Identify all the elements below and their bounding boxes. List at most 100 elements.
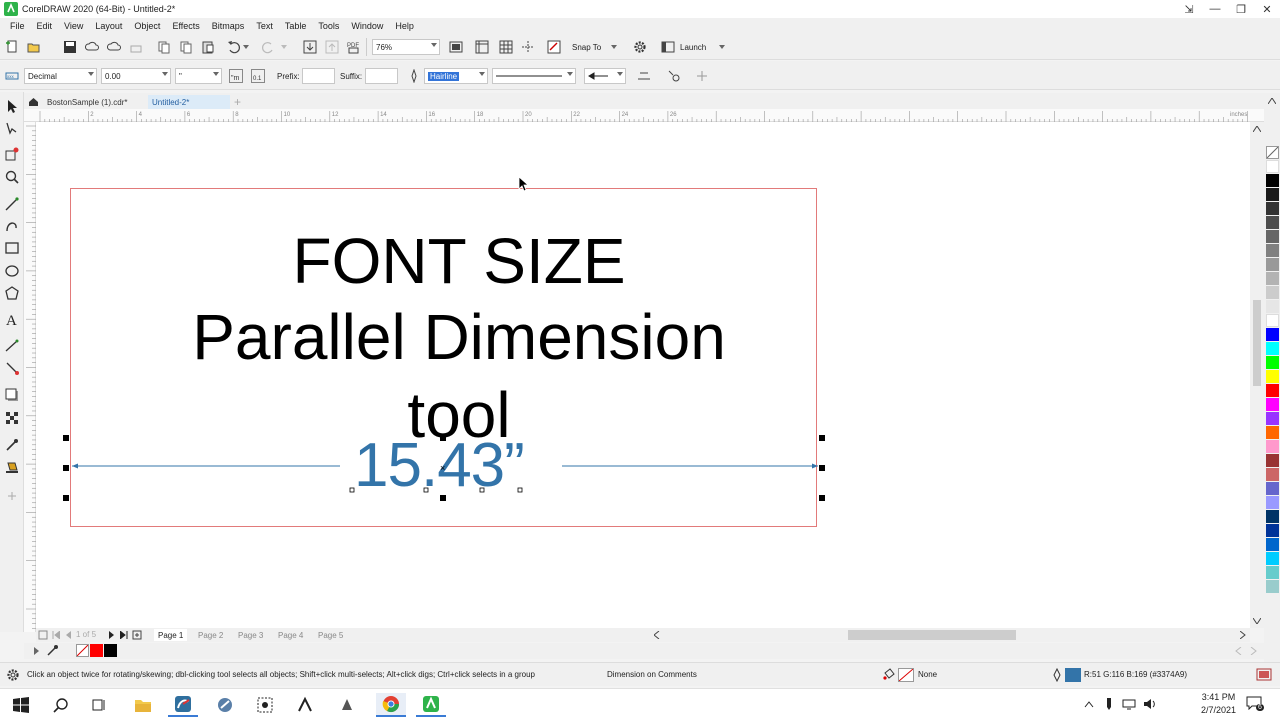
palette-swatch[interactable]	[1266, 552, 1279, 565]
tab-untitled-2[interactable]: Untitled-2*	[148, 95, 230, 109]
page-tab-5[interactable]: Page 5	[314, 629, 347, 641]
crop-tool-icon[interactable]	[4, 146, 20, 162]
paste-icon[interactable]	[200, 39, 216, 55]
minimize-button[interactable]: —	[1202, 0, 1228, 18]
palette-swatch[interactable]	[1266, 188, 1279, 201]
palette-swatch[interactable]	[1266, 454, 1279, 467]
coreldraw-app-icon[interactable]	[416, 693, 446, 717]
color-management-icon[interactable]	[1256, 667, 1272, 683]
palette-scroll-up-icon[interactable]	[1268, 98, 1276, 104]
fill-bucket-icon[interactable]	[882, 668, 896, 682]
show-hidden-icons-icon[interactable]	[1084, 700, 1094, 708]
arrowhead-combo[interactable]	[584, 68, 626, 84]
menu-object[interactable]: Object	[128, 21, 166, 31]
task-view-icon[interactable]	[84, 693, 114, 717]
palette-swatch[interactable]	[1266, 412, 1279, 425]
pen-icon[interactable]	[1104, 697, 1114, 711]
undo-dropdown-icon[interactable]	[242, 39, 250, 55]
palette-swatch[interactable]	[1266, 356, 1279, 369]
pdf-icon[interactable]: PDF	[346, 39, 362, 55]
capture-icon[interactable]	[250, 693, 280, 717]
snap-to-icon[interactable]	[546, 39, 562, 55]
page-tab-2[interactable]: Page 2	[194, 629, 227, 641]
drop-shadow-tool-icon[interactable]	[4, 387, 20, 403]
scroll-left-icon[interactable]	[654, 631, 660, 639]
add-icon[interactable]	[694, 68, 710, 84]
doc-palette-right-icon[interactable]	[1250, 647, 1258, 655]
add-page-icon[interactable]	[132, 630, 142, 640]
snap-to-label[interactable]: Snap To	[572, 43, 601, 52]
palette-swatch[interactable]	[1266, 566, 1279, 579]
doc-palette-eyedropper-icon[interactable]	[46, 644, 58, 656]
import-icon[interactable]	[302, 39, 318, 55]
vertical-scrollbar[interactable]	[1250, 122, 1264, 628]
palette-swatch[interactable]	[1266, 384, 1279, 397]
parallel-dimension-tool-icon[interactable]	[4, 338, 20, 354]
redo-dropdown-icon[interactable]	[280, 39, 288, 55]
menu-effects[interactable]: Effects	[166, 21, 205, 31]
network-icon[interactable]	[1122, 698, 1136, 710]
new-tab-button[interactable]: +	[230, 95, 245, 109]
file-explorer-icon[interactable]	[128, 693, 158, 717]
palette-swatch[interactable]	[1266, 230, 1279, 243]
volume-icon[interactable]	[1142, 697, 1158, 711]
outline-pen-status-icon[interactable]	[1052, 668, 1062, 682]
palette-swatch[interactable]	[1266, 440, 1279, 453]
vertical-scroll-thumb[interactable]	[1253, 300, 1261, 386]
windows-start-icon[interactable]	[6, 693, 36, 717]
new-document-icon[interactable]	[4, 39, 20, 55]
interactive-fill-tool-icon[interactable]	[4, 459, 20, 475]
notification-center-icon[interactable]: 6	[1246, 696, 1264, 714]
close-button[interactable]: ✕	[1254, 0, 1280, 18]
zoom-tool-icon[interactable]	[4, 169, 20, 185]
search-icon[interactable]	[46, 693, 76, 717]
selection-handles[interactable]: ×	[56, 428, 836, 508]
palette-swatch[interactable]	[1266, 398, 1279, 411]
zoom-level-combo[interactable]: 76%	[372, 39, 440, 55]
scroll-down-icon[interactable]	[1253, 618, 1261, 624]
palette-swatch[interactable]	[1266, 370, 1279, 383]
palette-swatch[interactable]	[1266, 468, 1279, 481]
menu-text[interactable]: Text	[250, 21, 279, 31]
menu-table[interactable]: Table	[279, 21, 313, 31]
menu-help[interactable]: Help	[389, 21, 420, 31]
launch-dropdown-icon[interactable]	[718, 39, 726, 55]
dynamic-dimension-icon[interactable]	[666, 68, 682, 84]
palette-swatch[interactable]	[1266, 538, 1279, 551]
show-grid-icon[interactable]	[498, 39, 514, 55]
export-icon[interactable]	[324, 39, 340, 55]
suffix-input[interactable]	[365, 68, 398, 84]
page-options-icon[interactable]	[38, 630, 48, 640]
show-guidelines-icon[interactable]	[520, 39, 536, 55]
menu-edit[interactable]: Edit	[31, 21, 59, 31]
pick-tool-icon[interactable]	[4, 98, 20, 114]
dimension-style-icon[interactable]: xxx	[4, 68, 20, 84]
menu-layout[interactable]: Layout	[89, 21, 128, 31]
system-clock[interactable]: 3:41 PM 2/7/2021	[1201, 691, 1236, 717]
palette-swatch[interactable]	[1266, 258, 1279, 271]
maximize-button[interactable]: ❐	[1228, 0, 1254, 18]
menu-window[interactable]: Window	[345, 21, 389, 31]
prefix-input[interactable]	[302, 68, 335, 84]
line-style-combo[interactable]	[492, 68, 576, 84]
palette-swatch[interactable]	[1266, 342, 1279, 355]
palette-swatch[interactable]	[1266, 174, 1279, 187]
doc-palette-left-icon[interactable]	[1234, 647, 1242, 655]
menu-bitmaps[interactable]: Bitmaps	[206, 21, 251, 31]
redo-icon[interactable]	[260, 39, 276, 55]
artistic-media-tool-icon[interactable]	[4, 218, 20, 234]
palette-swatch-none[interactable]	[1266, 146, 1279, 159]
menu-file[interactable]: File	[4, 21, 31, 31]
doc-swatch-black[interactable]	[104, 644, 117, 657]
rectangle-tool-icon[interactable]	[4, 240, 20, 256]
palette-swatch[interactable]	[1266, 496, 1279, 509]
share-icon[interactable]	[128, 39, 144, 55]
save-icon[interactable]	[62, 39, 78, 55]
cut-icon[interactable]	[156, 39, 172, 55]
palette-swatch[interactable]	[1266, 244, 1279, 257]
last-page-icon[interactable]	[120, 631, 128, 639]
palette-swatch[interactable]	[1266, 272, 1279, 285]
palette-swatch[interactable]	[1266, 328, 1279, 341]
font-manager-icon[interactable]	[290, 693, 320, 717]
outline-color-swatch[interactable]	[1065, 668, 1081, 682]
